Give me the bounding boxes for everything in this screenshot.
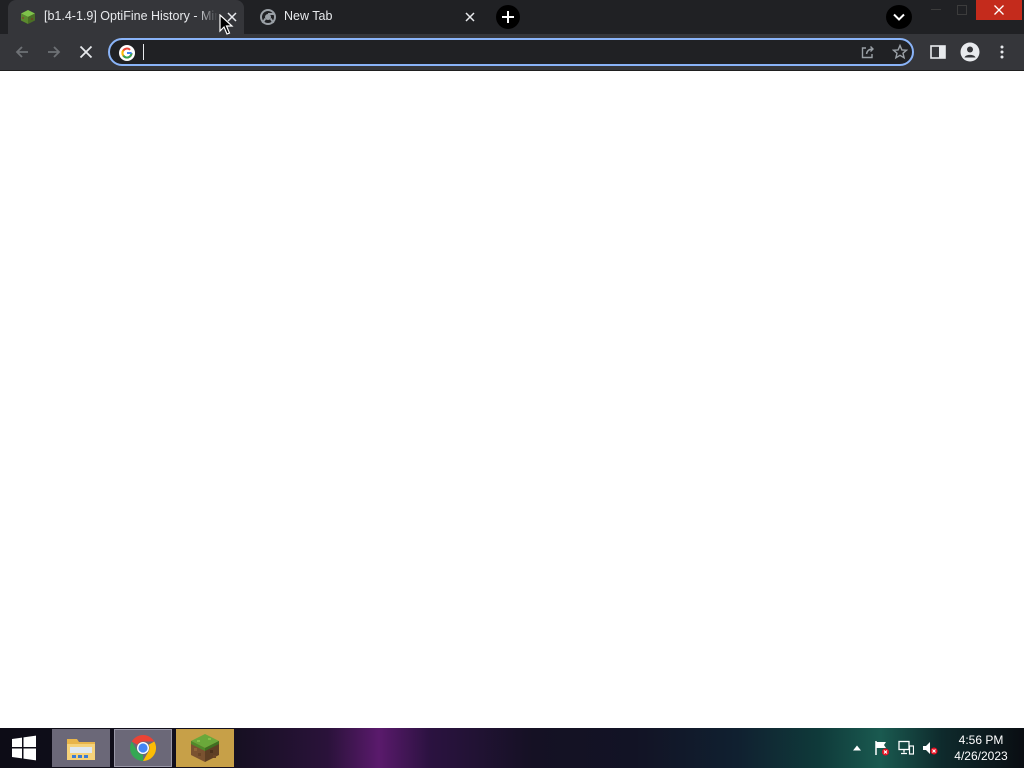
show-hidden-icons-arrow-icon[interactable]	[848, 740, 866, 756]
close-tab-icon[interactable]	[224, 9, 240, 25]
close-window-icon[interactable]	[976, 0, 1022, 20]
address-bar[interactable]	[108, 38, 914, 66]
volume-muted-icon[interactable]	[921, 740, 939, 756]
tab-strip: [b1.4-1.9] OptiFine History - Minecraft …	[0, 0, 1024, 34]
file-explorer-icon[interactable]	[52, 729, 110, 767]
chrome-icon[interactable]	[114, 729, 172, 767]
omnibox-input[interactable]	[142, 42, 842, 62]
tab-new-tab[interactable]: New Tab	[248, 0, 488, 34]
close-tab-icon[interactable]	[462, 9, 478, 25]
text-caret	[143, 44, 144, 60]
chrome-icon	[260, 9, 276, 25]
tab-title: New Tab	[284, 9, 333, 23]
minimize-window-icon[interactable]	[924, 0, 948, 20]
windows-taskbar: 4:56 PM 4/26/2023	[0, 728, 1024, 768]
tab-search-icon[interactable]	[886, 5, 912, 29]
page-content[interactable]	[0, 71, 1024, 728]
maximize-window-icon[interactable]	[950, 0, 974, 20]
browser-toolbar	[0, 34, 1024, 70]
clock-date: 4/26/2023	[954, 749, 1008, 763]
network-icon[interactable]	[897, 740, 915, 756]
kebab-menu-icon[interactable]	[990, 40, 1014, 64]
bookmark-star-icon[interactable]	[890, 42, 910, 62]
minecraft-icon	[20, 9, 36, 25]
google-icon	[119, 45, 135, 61]
system-clock[interactable]: 4:56 PM 4/26/2023	[948, 732, 1014, 764]
stop-loading-icon[interactable]	[74, 40, 98, 64]
side-panel-icon[interactable]	[926, 40, 950, 64]
share-icon[interactable]	[858, 42, 878, 62]
tab-title: [b1.4-1.9] OptiFine History - Minecraft	[44, 9, 218, 23]
action-center-flag-icon[interactable]	[873, 740, 891, 756]
forward-arrow-icon[interactable]	[42, 40, 66, 64]
profile-icon[interactable]	[958, 40, 982, 64]
new-tab-plus-icon[interactable]	[496, 5, 520, 29]
back-arrow-icon[interactable]	[10, 40, 34, 64]
clock-time: 4:56 PM	[958, 733, 1004, 747]
windows-start-icon[interactable]	[4, 728, 44, 768]
minecraft-icon[interactable]	[176, 729, 234, 767]
tab-optifine-history[interactable]: [b1.4-1.9] OptiFine History - Minecraft	[8, 0, 244, 34]
